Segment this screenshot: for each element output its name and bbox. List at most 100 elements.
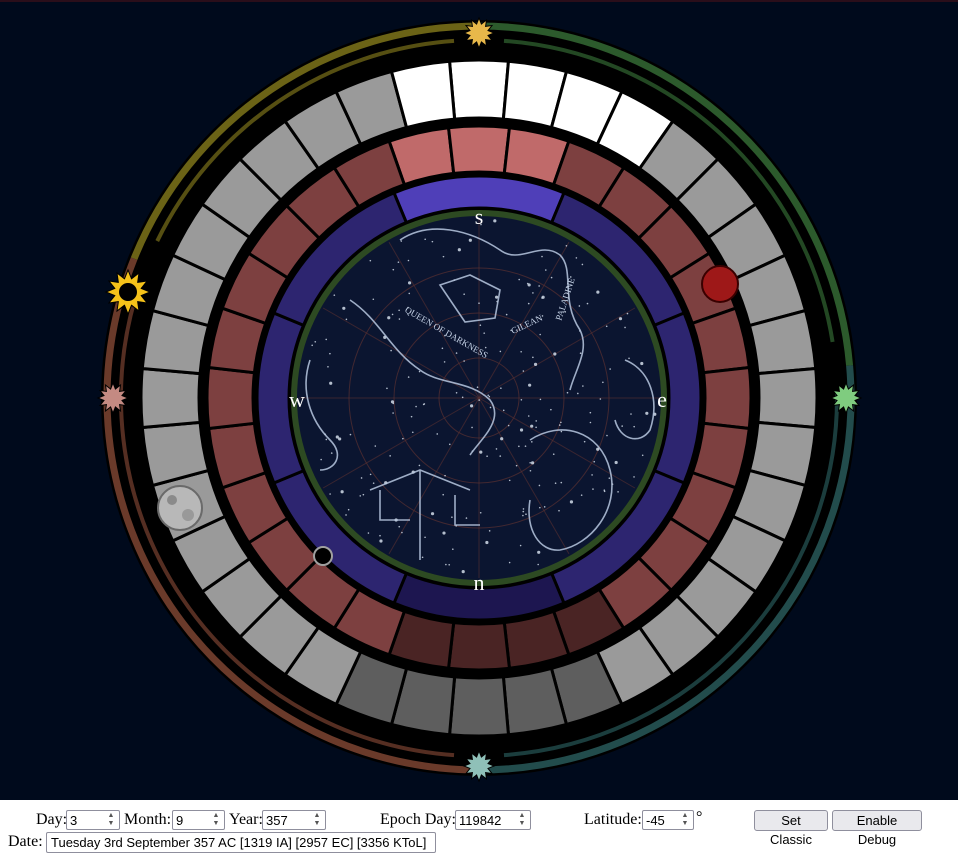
day-input[interactable]: 3 ▲ ▼ — [66, 810, 120, 830]
sky-star — [515, 464, 518, 467]
sky-star — [452, 548, 454, 550]
epoch-day-label: Epoch Day: — [380, 811, 456, 828]
date-field[interactable]: Tuesday 3rd September 357 AC [1319 IA] [… — [46, 832, 436, 853]
year-input[interactable]: 357 ▲ ▼ — [262, 810, 326, 830]
sky-star — [441, 347, 444, 350]
sky-star — [397, 261, 400, 263]
sky-star — [624, 326, 626, 329]
sky-star — [398, 318, 401, 320]
sky-star — [325, 338, 328, 341]
sky-star — [424, 238, 426, 241]
sky-star — [463, 293, 465, 296]
sky-star — [519, 544, 522, 547]
sky-star — [531, 441, 533, 443]
year-stepper-icon[interactable]: ▲ ▼ — [310, 812, 324, 828]
month-stepper-icon[interactable]: ▲ ▼ — [209, 812, 223, 828]
sky-star — [525, 513, 527, 515]
sky-star — [369, 473, 372, 476]
sky-star — [628, 357, 630, 360]
sky-star — [550, 276, 553, 279]
sky-star — [314, 340, 317, 343]
sky-star — [558, 424, 561, 426]
month-label: Month: — [124, 811, 172, 828]
sky-star — [430, 512, 435, 516]
sky-star — [541, 297, 543, 299]
sky-star — [586, 302, 589, 305]
sky-star — [566, 391, 569, 394]
sky-star — [626, 312, 629, 315]
sky-star — [581, 263, 584, 266]
sky-star — [455, 392, 458, 394]
direction-west: w — [289, 387, 305, 412]
epoch-day-input[interactable]: 119842 ▲ ▼ — [455, 810, 531, 830]
year-value: 357 — [266, 813, 288, 828]
moon-calendar-wheel: QUEEN OF DARKNESS GILEANPALADINE s n w e — [96, 16, 863, 783]
sky-star — [539, 398, 542, 401]
sky-star — [478, 302, 480, 304]
sky-star — [505, 313, 508, 316]
sky-star — [541, 255, 543, 258]
sky-star — [552, 453, 555, 456]
sky-star — [527, 415, 530, 417]
sky-star — [539, 506, 541, 509]
sky-star — [560, 430, 563, 433]
sky-star — [565, 244, 568, 247]
sky-star — [461, 396, 464, 399]
sky-star — [591, 474, 593, 476]
sky-star — [448, 563, 451, 566]
set-classic-button[interactable]: Set Classic — [754, 810, 828, 847]
sky-star — [530, 424, 534, 428]
sky-star — [486, 455, 488, 458]
sky-star — [560, 421, 562, 424]
sky-star — [442, 531, 446, 535]
sky-star — [398, 309, 400, 312]
enable-debug-button[interactable]: Enable Debug — [832, 810, 922, 847]
sky-star — [618, 317, 623, 321]
sky-star — [329, 352, 331, 355]
sky-star — [575, 257, 578, 259]
sky-star — [520, 399, 523, 401]
sky-star — [338, 437, 342, 441]
month-input[interactable]: 9 ▲ ▼ — [172, 810, 225, 830]
red-segment-1 — [446, 124, 512, 176]
sky-star — [391, 313, 394, 316]
sky-star — [407, 259, 410, 262]
sky-star — [392, 402, 395, 405]
sky-star — [583, 440, 586, 443]
sky-star — [579, 352, 582, 355]
sky-star — [488, 530, 491, 532]
sky-star — [436, 433, 439, 435]
sky-star — [493, 219, 497, 223]
sky-star — [483, 332, 486, 334]
epoch-day-stepper-icon[interactable]: ▲ ▼ — [515, 812, 529, 828]
sky-star — [537, 563, 539, 566]
sky-star — [457, 248, 461, 252]
sky-star — [578, 305, 581, 307]
sky-star — [537, 550, 541, 554]
sky-star — [500, 387, 502, 389]
sky-star — [532, 292, 534, 294]
sky-star — [327, 366, 329, 368]
sky-star — [445, 563, 447, 566]
silver-segment-9 — [756, 366, 819, 430]
latitude-stepper-icon[interactable]: ▲ ▼ — [678, 812, 692, 828]
sky-star — [508, 561, 511, 564]
sky-star — [389, 455, 391, 457]
latitude-input[interactable]: -45 ▲ ▼ — [642, 810, 694, 830]
sky-star — [471, 426, 473, 429]
sky-star — [342, 306, 346, 310]
sky-star — [422, 403, 425, 406]
date-label: Date: — [8, 833, 43, 850]
sky-star — [345, 514, 347, 516]
day-value: 3 — [70, 813, 78, 828]
sky-star — [333, 294, 336, 296]
sky-star — [599, 398, 602, 400]
sky-star — [487, 394, 489, 397]
red-segment-22 — [205, 365, 257, 431]
sky-star — [508, 479, 511, 482]
day-stepper-icon[interactable]: ▲ ▼ — [104, 812, 118, 828]
sky-star — [479, 511, 482, 514]
sky-star — [550, 408, 552, 411]
sky-star — [532, 356, 534, 359]
sky-star — [390, 349, 392, 352]
